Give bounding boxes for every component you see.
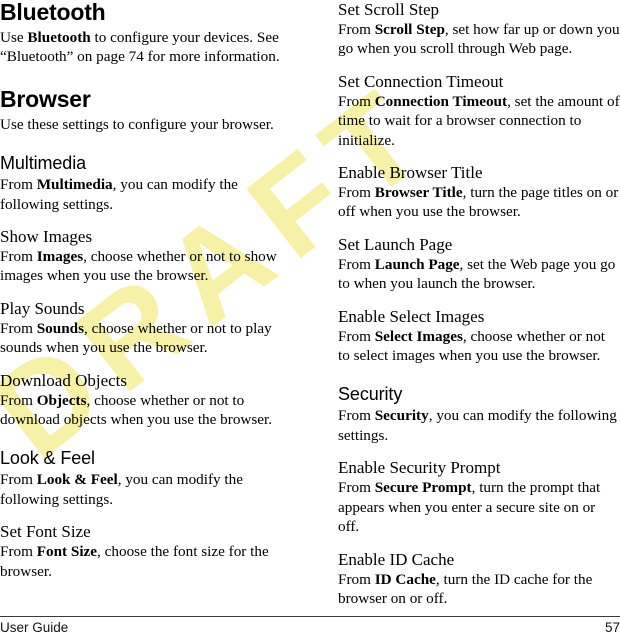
heading-enable-browser-title: Enable Browser Title [338,163,483,183]
section-security: Security From Security, you can modify th… [338,384,620,445]
text-run: From [338,327,375,345]
heading-enable-security-prompt: Enable Security Prompt [338,458,501,478]
text-run: From [0,319,37,337]
emphasis-term: Browser Title [374,184,463,202]
page-footer: User Guide 57 [0,616,620,636]
emphasis-term: Connection Timeout [374,92,508,110]
emphasis-term: Objects [36,391,87,409]
left-column: Bluetooth Use Bluetooth to configure your… [0,0,282,581]
heading-set-connection-timeout: Set Connection Timeout [338,71,504,91]
paragraph-multimedia: From Multimedia, you can modify the foll… [0,175,282,214]
emphasis-term: Launch Page [374,255,460,273]
footer-row: User Guide 57 [0,617,620,636]
paragraph-security: From Security, you can modify the follow… [338,406,620,445]
emphasis-term: Scroll Step [374,21,445,38]
emphasis-term: Look & Feel [36,471,118,489]
page-content: Bluetooth Use Bluetooth to configure your… [0,0,620,638]
heading-look-and-feel: Look & Feel [0,448,95,469]
heading-set-font-size: Set Font Size [0,522,91,542]
text-run: From [0,176,37,194]
text-run: From [338,92,375,110]
heading-security: Security [338,384,403,405]
heading-enable-select-images: Enable Select Images [338,306,485,326]
right-column: Set Scroll Step From Scroll Step, set how… [338,0,620,608]
heading-multimedia: Multimedia [0,153,87,174]
emphasis-term: Bluetooth [27,29,91,46]
paragraph-enable-select-images: From Select Images, choose whether or no… [338,327,620,366]
text-run: From [0,543,37,561]
section-set-font-size: Set Font Size From Font Size, choose the … [0,522,282,581]
heading-play-sounds: Play Sounds [0,298,85,318]
paragraph-set-launch-page: From Launch Page, set the Web page you g… [338,255,620,294]
heading-browser: Browser [0,85,91,112]
emphasis-term: Secure Prompt [374,479,472,497]
text-run: From [338,255,375,273]
paragraph-bluetooth: Use Bluetooth to configure your devices.… [0,28,282,67]
paragraph-set-connection-timeout: From Connection Timeout, set the amount … [338,92,620,150]
heading-set-launch-page: Set Launch Page [338,234,453,254]
section-browser: Browser Use these settings to configure y… [0,85,282,134]
section-show-images: Show Images From Images, choose whether o… [0,227,282,286]
text-run: From [338,21,375,38]
emphasis-term: Select Images [374,327,463,345]
text-run: From [338,184,375,202]
text-run: From [338,479,375,497]
section-multimedia: Multimedia From Multimedia, you can modif… [0,153,282,214]
section-bluetooth: Bluetooth Use Bluetooth to configure your… [0,0,282,67]
paragraph-show-images: From Images, choose whether or not to sh… [0,247,282,286]
paragraph-enable-security-prompt: From Secure Prompt, turn the prompt that… [338,478,620,536]
paragraph-browser: Use these settings to configure your bro… [0,115,282,134]
section-play-sounds: Play Sounds From Sounds, choose whether o… [0,299,282,358]
paragraph-enable-id-cache: From ID Cache, turn the ID cache for the… [338,570,620,609]
heading-enable-id-cache: Enable ID Cache [338,549,455,569]
paragraph-enable-browser-title: From Browser Title, turn the page titles… [338,183,620,222]
text-run: From [0,248,37,266]
heading-show-images: Show Images [0,227,93,247]
section-set-connection-timeout: Set Connection Timeout From Connection Ti… [338,72,620,150]
emphasis-term: Images [36,248,84,266]
section-enable-select-images: Enable Select Images From Select Images, … [338,307,620,366]
section-set-scroll-step: Set Scroll Step From Scroll Step, set how… [338,0,620,59]
heading-set-scroll-step: Set Scroll Step [338,0,440,19]
text-run: From [0,391,37,409]
paragraph-download-objects: From Objects, choose whether or not to d… [0,391,282,430]
emphasis-term: Sounds [36,319,85,337]
paragraph-look-and-feel: From Look & Feel, you can modify the fol… [0,470,282,509]
section-set-launch-page: Set Launch Page From Launch Page, set the… [338,235,620,294]
paragraph-set-scroll-step: From Scroll Step, set how far up or down… [338,20,620,59]
footer-guide-label: User Guide [0,620,69,635]
text-run: From [338,570,375,588]
paragraph-play-sounds: From Sounds, choose whether or not to pl… [0,319,282,358]
section-download-objects: Download Objects From Objects, choose whe… [0,371,282,430]
heading-bluetooth: Bluetooth [0,0,106,25]
section-enable-id-cache: Enable ID Cache From ID Cache, turn the I… [338,550,620,609]
text-run: From [338,407,375,425]
section-enable-browser-title: Enable Browser Title From Browser Title, … [338,163,620,222]
emphasis-term: Font Size [36,543,98,561]
footer-page-number: 57 [604,620,620,635]
heading-download-objects: Download Objects [0,370,128,390]
section-enable-security-prompt: Enable Security Prompt From Secure Prompt… [338,458,620,536]
emphasis-term: Security [374,407,429,425]
emphasis-term: ID Cache [374,570,436,588]
emphasis-term: Multimedia [36,176,113,194]
paragraph-set-font-size: From Font Size, choose the font size for… [0,542,282,581]
text-run: Use [0,29,28,46]
text-run: From [0,471,37,489]
text-run: Use these settings to configure your bro… [0,115,274,133]
section-look-and-feel: Look & Feel From Look & Feel, you can mod… [0,448,282,509]
